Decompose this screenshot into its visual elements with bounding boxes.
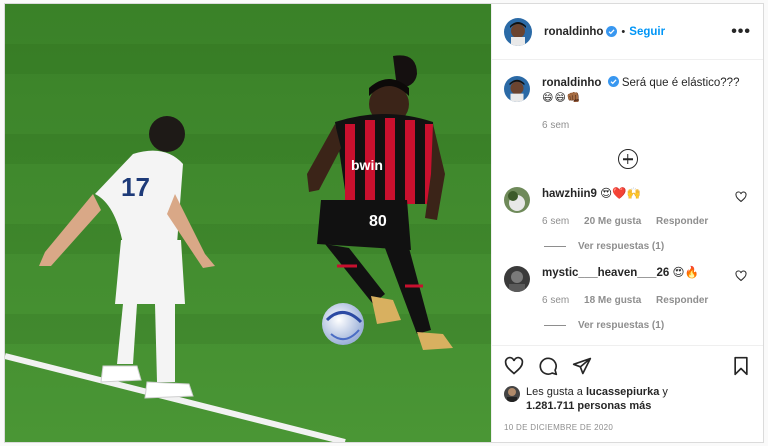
- opponent-number: 17: [121, 172, 150, 202]
- likes-summary: Les gusta a lucassepiurka y 1.281.711 pe…: [492, 385, 763, 413]
- verified-badge-icon: [607, 76, 619, 87]
- like-comment-heart-icon[interactable]: [735, 270, 747, 282]
- jersey-sponsor: bwin: [351, 157, 383, 173]
- header-separator: •: [621, 25, 626, 38]
- caption-avatar[interactable]: [504, 76, 530, 102]
- view-replies-label: Ver respuestas (1): [578, 241, 665, 252]
- comment-likes[interactable]: 20 Me gusta: [584, 216, 641, 227]
- liker-username[interactable]: lucassepiurka: [586, 386, 659, 398]
- avatar[interactable]: [504, 17, 532, 46]
- likes-connector: y: [659, 386, 668, 398]
- like-heart-icon[interactable]: [504, 356, 524, 376]
- comment-time[interactable]: 6 sem: [542, 216, 569, 227]
- comments-section: ronaldinho Será que é elástico??? 😄😄👊🏾 6…: [492, 60, 763, 345]
- football-photo: 17 bwin 80: [5, 4, 491, 442]
- comment-text: 😍🔥: [672, 267, 699, 279]
- caption-text: Será que é elástico???: [621, 77, 740, 89]
- comment-username[interactable]: mystic___heaven___26: [542, 267, 669, 279]
- reply-button[interactable]: Responder: [656, 295, 708, 306]
- follow-button[interactable]: Seguir: [629, 26, 665, 38]
- comment-bubble-icon[interactable]: [538, 356, 558, 376]
- profile-picture-icon: [504, 76, 530, 102]
- comment-username[interactable]: hawzhiin9: [542, 188, 597, 200]
- player-number: 80: [369, 213, 387, 230]
- profile-picture-icon: [504, 17, 532, 46]
- load-more-comments-icon[interactable]: [617, 149, 638, 169]
- profile-picture-icon: [504, 266, 530, 292]
- view-replies-button[interactable]: Ver respuestas (1): [544, 320, 751, 331]
- caption-time[interactable]: 6 sem: [542, 120, 569, 131]
- view-replies-label: Ver respuestas (1): [578, 320, 665, 331]
- likes-count[interactable]: 1.281.711 personas más: [526, 400, 651, 412]
- caption: ronaldinho Será que é elástico??? 😄😄👊🏾 6…: [504, 76, 751, 133]
- like-comment-heart-icon[interactable]: [735, 191, 747, 203]
- comment-item: hawzhiin9 😍❤️🙌 6 sem 20 Me gusta Respond…: [504, 187, 751, 229]
- profile-picture-icon: [504, 187, 530, 213]
- reply-button[interactable]: Responder: [656, 216, 708, 227]
- post-photo[interactable]: 17 bwin 80: [5, 4, 491, 442]
- more-options-icon[interactable]: •••: [731, 23, 751, 41]
- caption-username[interactable]: ronaldinho: [542, 77, 601, 89]
- comment-text: 😍❤️🙌: [600, 188, 641, 200]
- post-header: ronaldinho • Seguir •••: [492, 4, 763, 60]
- profile-picture-icon: [504, 386, 520, 402]
- comment-avatar[interactable]: [504, 187, 530, 213]
- share-paper-plane-icon[interactable]: [572, 356, 592, 376]
- liker-avatar[interactable]: [504, 386, 520, 402]
- post-date[interactable]: 10 DE DICIEMBRE DE 2020: [492, 413, 763, 442]
- comment-likes[interactable]: 18 Me gusta: [584, 295, 641, 306]
- comment-time[interactable]: 6 sem: [542, 295, 569, 306]
- save-bookmark-icon[interactable]: [731, 356, 751, 376]
- view-replies-button[interactable]: Ver respuestas (1): [544, 241, 751, 252]
- post-sidebar: ronaldinho • Seguir ••• ronaldinho Será …: [491, 4, 763, 442]
- comment-item: mystic___heaven___26 😍🔥 6 sem 18 Me gust…: [504, 266, 751, 308]
- post-actions: [492, 345, 763, 385]
- comment-avatar[interactable]: [504, 266, 530, 292]
- likes-prefix: Les gusta a: [526, 386, 586, 398]
- header-username[interactable]: ronaldinho: [544, 26, 603, 38]
- verified-badge-icon: [606, 26, 618, 37]
- caption-emojis: 😄😄👊🏾: [542, 92, 582, 104]
- post-modal: 17 bwin 80 ronaldinho • Seguir ••• ronal…: [4, 3, 764, 443]
